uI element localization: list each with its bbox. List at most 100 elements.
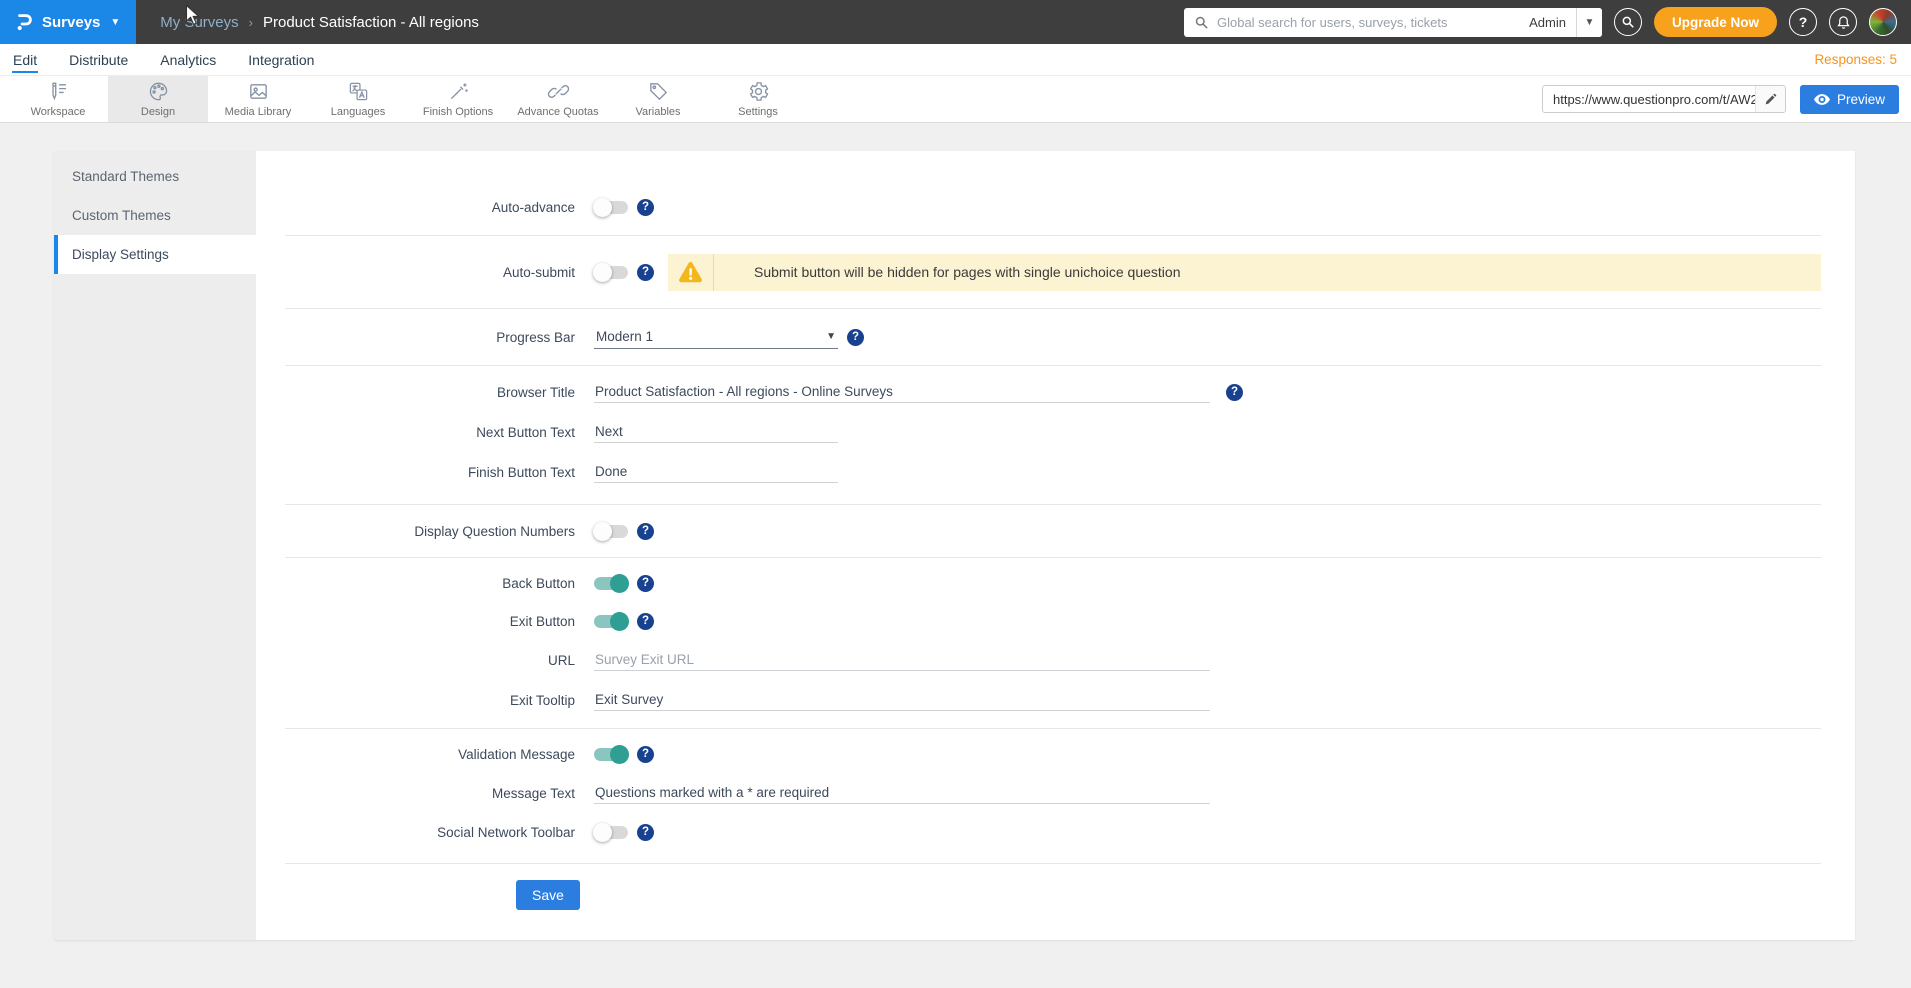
toolbar-item-advance-quotas[interactable]: Advance Quotas (508, 76, 608, 122)
divider (285, 728, 1821, 729)
exit-tooltip-input[interactable] (594, 689, 1210, 711)
progress-bar-select[interactable]: Modern 1 ▼ (594, 326, 838, 349)
tab-distribute[interactable]: Distribute (68, 46, 129, 73)
display-question-numbers-toggle[interactable] (594, 525, 628, 538)
sidebar-item-display-settings[interactable]: Display Settings (54, 235, 256, 274)
divider (285, 235, 1821, 236)
product-name: Surveys (42, 14, 100, 31)
display-settings-form: Auto-advance ? Auto-submit ? Submit butt… (256, 151, 1855, 940)
toolbar-item-label: Workspace (31, 106, 86, 118)
tab-integration[interactable]: Integration (247, 46, 315, 73)
toolbar-item-media-library[interactable]: Media Library (208, 76, 308, 122)
auto-submit-label: Auto-submit (256, 265, 575, 280)
back-button-label: Back Button (256, 576, 575, 591)
search-submit-button[interactable] (1614, 8, 1642, 36)
display-question-numbers-label: Display Question Numbers (256, 524, 575, 539)
help-button[interactable]: ? (1789, 8, 1817, 36)
toolbar-item-design[interactable]: Design (108, 76, 208, 122)
breadcrumb-survey-title: Product Satisfaction - All regions (263, 14, 479, 31)
design-settings-card: Standard Themes Custom Themes Display Se… (54, 151, 1855, 940)
search-scope-label: Admin (1529, 15, 1566, 30)
search-scope-dropdown[interactable]: ▼ (1576, 8, 1602, 37)
browser-title-input[interactable] (594, 381, 1210, 403)
edit-url-button[interactable] (1755, 86, 1785, 112)
display-question-numbers-row: Display Question Numbers ? (256, 511, 1821, 551)
back-button-toggle[interactable] (594, 577, 628, 590)
chevron-down-icon: ▼ (1585, 17, 1595, 28)
pencil-icon (1764, 93, 1777, 106)
help-icon[interactable]: ? (637, 746, 654, 763)
sidebar-item-standard-themes[interactable]: Standard Themes (54, 157, 256, 196)
bell-icon (1836, 15, 1851, 30)
design-sidebar: Standard Themes Custom Themes Display Se… (54, 151, 256, 940)
help-icon[interactable]: ? (637, 264, 654, 281)
warning-icon (678, 261, 703, 284)
toolbar-item-variables[interactable]: Variables (608, 76, 708, 122)
global-search: Admin ▼ (1184, 8, 1602, 37)
save-button[interactable]: Save (516, 880, 580, 910)
help-icon[interactable]: ? (637, 523, 654, 540)
help-icon[interactable]: ? (637, 575, 654, 592)
help-icon[interactable]: ? (1226, 384, 1243, 401)
browser-title-row: Browser Title ? (256, 372, 1821, 412)
breadcrumb-my-surveys[interactable]: My Surveys (160, 14, 238, 31)
divider (285, 365, 1821, 366)
eye-icon (1814, 94, 1830, 105)
progress-bar-row: Progress Bar Modern 1 ▼ ? (256, 317, 1821, 357)
top-bar: Surveys ▼ My Surveys › Product Satisfact… (0, 0, 1911, 44)
social-network-toolbar-row: Social Network Toolbar ? (256, 813, 1821, 851)
page-content: Standard Themes Custom Themes Display Se… (0, 123, 1911, 940)
help-icon[interactable]: ? (847, 329, 864, 346)
toolbar-item-workspace[interactable]: Workspace (8, 76, 108, 122)
survey-url[interactable]: https://www.questionpro.com/t/AW22ZiOP (1543, 92, 1755, 107)
notifications-button[interactable] (1829, 8, 1857, 36)
advance-quotas-icon (547, 80, 570, 103)
social-network-toolbar-toggle[interactable] (594, 826, 628, 839)
edit-toolbar: Workspace Design Media Library Languages… (0, 75, 1911, 123)
progress-bar-value: Modern 1 (596, 329, 653, 344)
next-button-text-label: Next Button Text (256, 425, 575, 440)
validation-message-toggle[interactable] (594, 748, 628, 761)
progress-bar-label: Progress Bar (256, 330, 575, 345)
toolbar-item-label: Finish Options (423, 106, 493, 118)
toolbar-item-label: Variables (635, 106, 680, 118)
global-search-input[interactable] (1217, 15, 1521, 30)
help-icon[interactable]: ? (637, 199, 654, 216)
toolbar-item-finish-options[interactable]: Finish Options (408, 76, 508, 122)
back-button-row: Back Button ? (256, 564, 1821, 602)
product-switcher[interactable]: Surveys ▼ (0, 0, 136, 44)
preview-label: Preview (1837, 92, 1885, 107)
sidebar-item-custom-themes[interactable]: Custom Themes (54, 196, 256, 235)
next-button-text-input[interactable] (594, 421, 838, 443)
survey-url-box: https://www.questionpro.com/t/AW22ZiOP (1542, 85, 1786, 113)
responses-count[interactable]: Responses: 5 (1814, 52, 1911, 67)
toolbar-item-settings[interactable]: Settings (708, 76, 808, 122)
help-icon[interactable]: ? (637, 613, 654, 630)
validation-message-label: Validation Message (256, 747, 575, 762)
auto-submit-toggle[interactable] (594, 266, 628, 279)
browser-title-label: Browser Title (256, 385, 575, 400)
finish-button-text-input[interactable] (594, 461, 838, 483)
exit-url-input[interactable] (594, 649, 1210, 671)
tab-edit[interactable]: Edit (12, 46, 38, 73)
next-button-text-row: Next Button Text (256, 412, 1821, 452)
search-icon (1621, 15, 1635, 29)
breadcrumb-separator: › (249, 15, 253, 30)
toolbar-item-languages[interactable]: Languages (308, 76, 408, 122)
auto-advance-toggle[interactable] (594, 201, 628, 214)
user-avatar[interactable] (1869, 8, 1897, 36)
message-text-input[interactable] (594, 782, 1210, 804)
social-network-toolbar-label: Social Network Toolbar (256, 825, 575, 840)
question-mark-icon: ? (1799, 14, 1808, 30)
help-icon[interactable]: ? (637, 824, 654, 841)
global-search-box[interactable]: Admin (1184, 8, 1576, 37)
exit-button-toggle[interactable] (594, 615, 628, 628)
preview-button[interactable]: Preview (1800, 85, 1899, 114)
tab-analytics[interactable]: Analytics (159, 46, 217, 73)
toolbar-item-label: Languages (331, 106, 385, 118)
upgrade-now-button[interactable]: Upgrade Now (1654, 7, 1777, 37)
auto-submit-row: Auto-submit ? Submit button will be hidd… (256, 244, 1821, 300)
finish-button-text-label: Finish Button Text (256, 465, 575, 480)
topbar-actions: Admin ▼ Upgrade Now ? (1184, 7, 1911, 37)
questionpro-logo-icon (12, 11, 34, 33)
